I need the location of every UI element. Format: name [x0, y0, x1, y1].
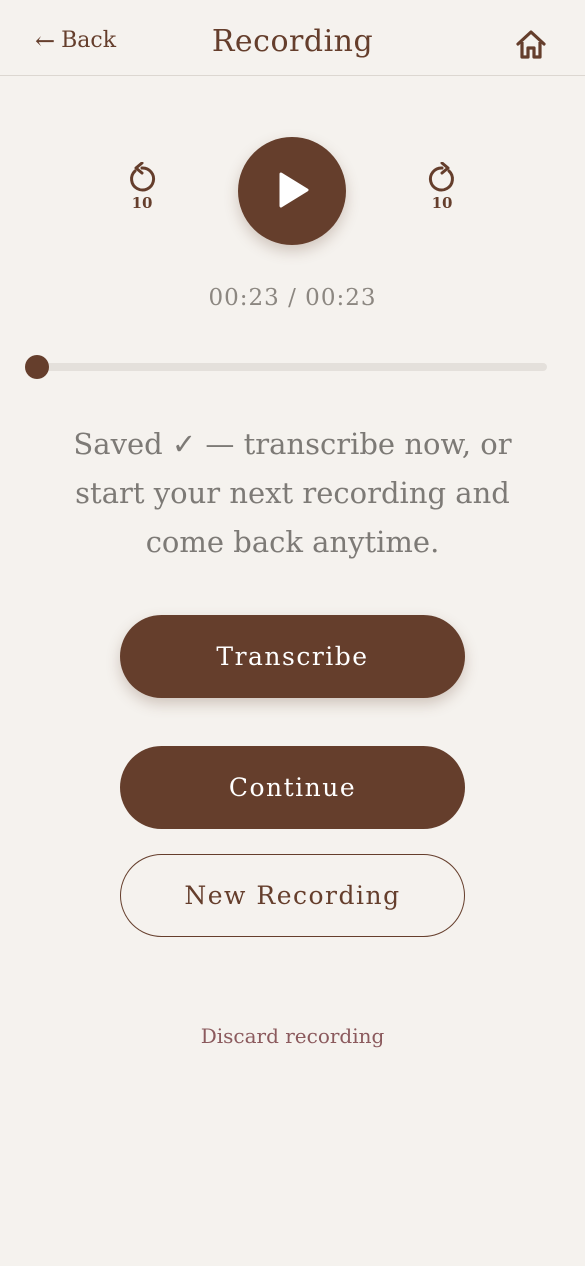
progress-thumb[interactable] [25, 355, 49, 379]
top-bar: ← Back Recording [0, 0, 585, 76]
transcribe-button[interactable]: Transcribe [120, 615, 465, 698]
discard-recording-link[interactable]: Discard recording [0, 1024, 585, 1048]
forward-10-icon [428, 162, 454, 192]
continue-button[interactable]: Continue [120, 746, 465, 829]
rewind-10-icon [130, 162, 156, 192]
rewind-seconds: 10 [131, 194, 153, 212]
forward-10-button[interactable]: 10 [417, 162, 467, 222]
progress-track[interactable] [37, 363, 547, 371]
time-display: 00:23 / 00:23 [208, 285, 377, 311]
play-button[interactable] [238, 137, 346, 245]
rewind-10-button[interactable]: 10 [117, 162, 167, 222]
page-title: Recording [211, 24, 374, 59]
status-message: Saved ✓ — transcribe now, or start your … [73, 427, 512, 559]
forward-seconds: 10 [431, 194, 453, 212]
new-recording-button[interactable]: New Recording [120, 854, 465, 937]
play-icon [279, 172, 309, 208]
home-icon[interactable] [514, 28, 548, 62]
